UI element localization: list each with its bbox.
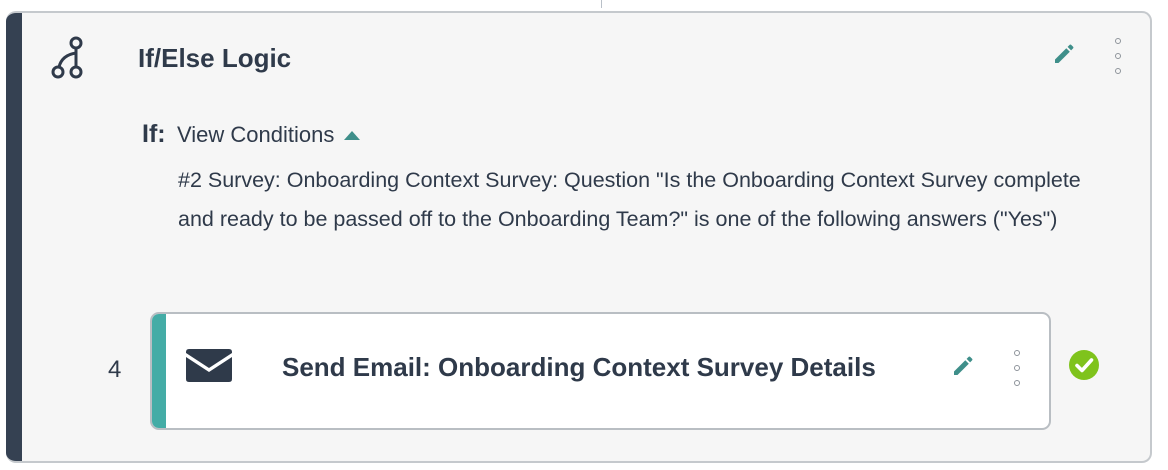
view-conditions-label: View Conditions: [177, 122, 335, 147]
edit-logic-button[interactable]: [1050, 40, 1078, 68]
caret-up-icon: [344, 130, 361, 140]
kebab-dot: [1115, 68, 1121, 74]
card-accent-bar: [6, 13, 22, 461]
if-label: If:: [142, 120, 166, 148]
kebab-dot: [1115, 38, 1121, 44]
email-more-options-button[interactable]: [1009, 350, 1025, 386]
kebab-dot: [1014, 350, 1020, 356]
email-accent-bar: [152, 314, 166, 428]
send-email-step-card[interactable]: Send Email: Onboarding Context Survey De…: [150, 312, 1051, 430]
pencil-icon: [954, 356, 973, 375]
check-circle-icon: [1069, 350, 1099, 380]
branch-logic-icon: [51, 36, 83, 79]
kebab-dot: [1014, 380, 1020, 386]
pencil-icon: [1055, 44, 1074, 63]
view-conditions-toggle[interactable]: View Conditions: [177, 122, 361, 148]
kebab-dot: [1014, 365, 1020, 371]
step-number: 4: [108, 356, 122, 383]
connector-line: [601, 0, 602, 8]
card-title: If/Else Logic: [138, 43, 292, 73]
email-step-title: Send Email: Onboarding Context Survey De…: [282, 352, 876, 382]
workflow-page: If/Else Logic If: View Conditions #2 Sur…: [0, 0, 1168, 470]
edit-email-button[interactable]: [949, 352, 977, 380]
kebab-dot: [1115, 53, 1121, 59]
logic-more-options-button[interactable]: [1110, 38, 1126, 74]
condition-description: #2 Survey: Onboarding Context Survey: Qu…: [178, 168, 1081, 231]
envelope-icon: [186, 349, 232, 382]
